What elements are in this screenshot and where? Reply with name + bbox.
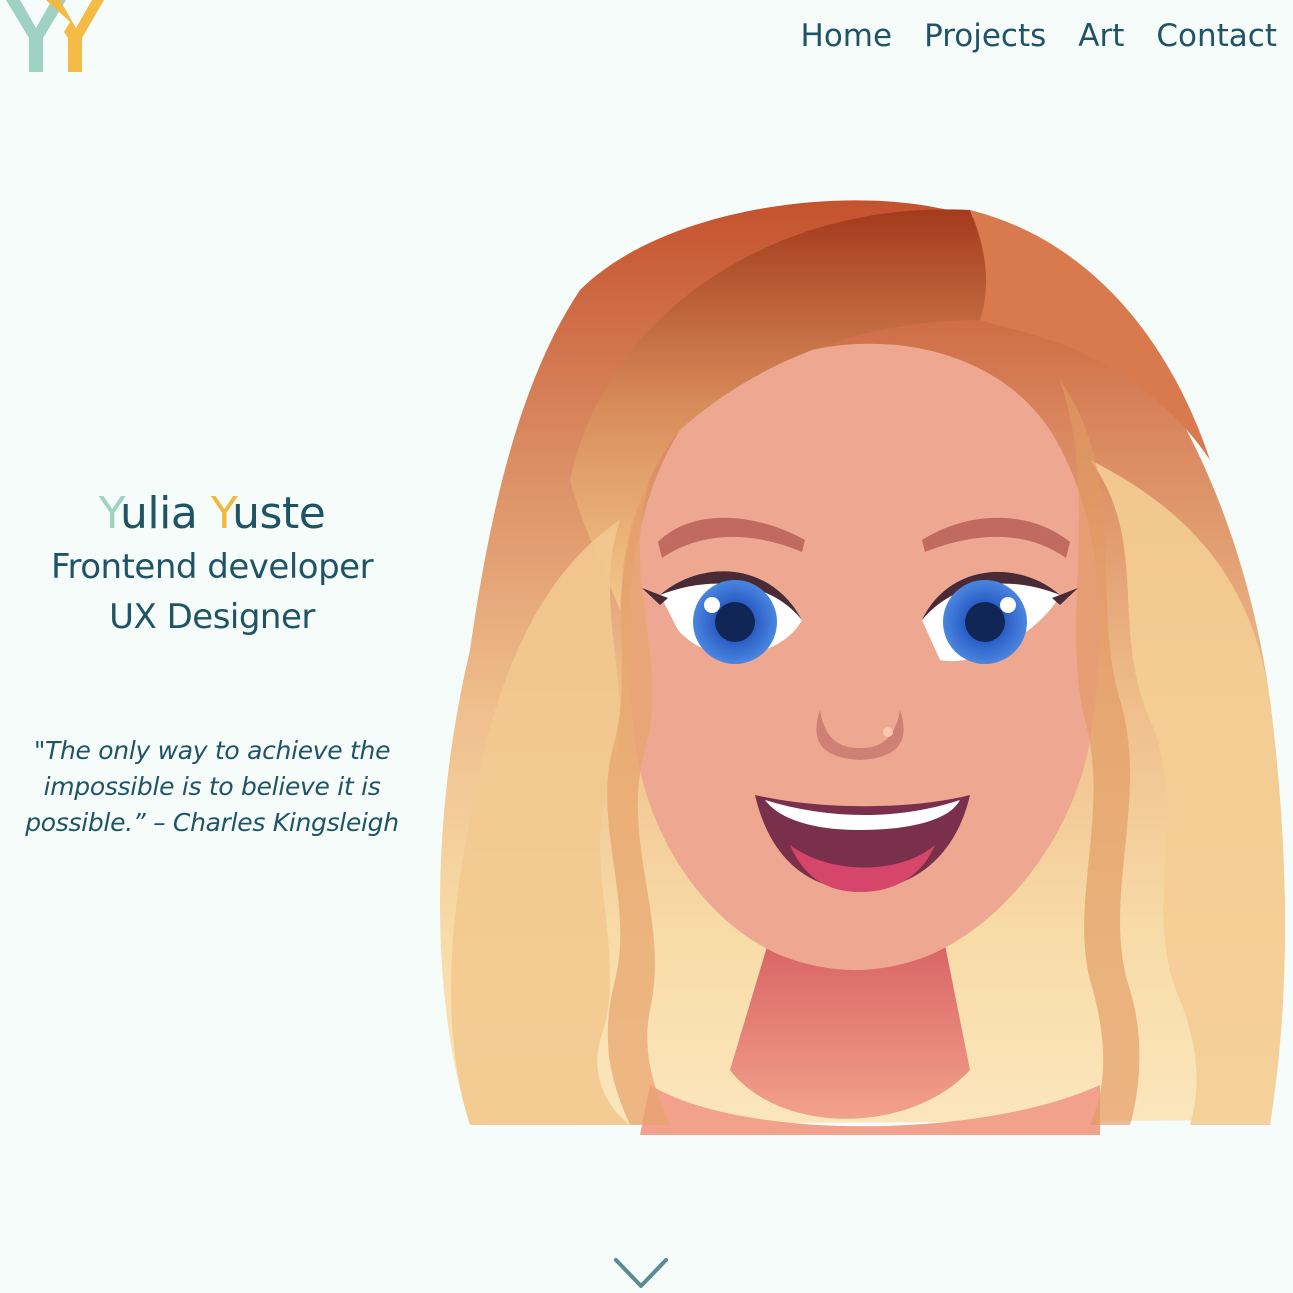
main-nav: Home Projects Art Contact (801, 18, 1277, 54)
name-last-initial: Y (210, 488, 233, 539)
avatar-illustration (440, 200, 1285, 1135)
page: Home Projects Art Contact Yulia Yuste Fr… (0, 0, 1293, 1293)
nav-art[interactable]: Art (1078, 18, 1124, 54)
hero-quote: "The only way to achieve the impossible … (25, 736, 399, 837)
name-last-rest: uste (232, 488, 326, 539)
role-frontend: Frontend developer (50, 547, 374, 587)
nav-contact[interactable]: Contact (1156, 18, 1277, 54)
role-ux: UX Designer (109, 597, 315, 637)
name-first-initial: Y (98, 488, 121, 539)
nav-projects[interactable]: Projects (924, 18, 1046, 54)
name-first-rest: ulia (120, 488, 198, 539)
hero-name: Yulia Yuste (20, 486, 404, 542)
hero-text: Yulia Yuste Frontend developer UX Design… (20, 486, 404, 642)
logo[interactable] (6, 0, 106, 74)
chevron-down-icon[interactable] (612, 1256, 670, 1290)
nav-home[interactable]: Home (801, 18, 893, 54)
